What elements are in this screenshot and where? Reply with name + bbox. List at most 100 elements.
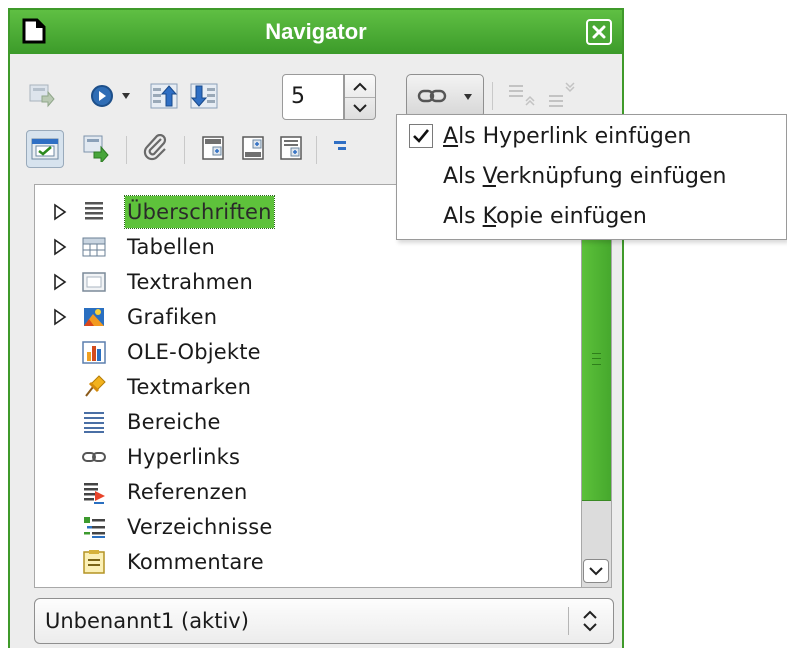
navigation-icon	[91, 85, 113, 107]
toggle-content-view-icon	[29, 84, 55, 108]
close-icon	[592, 25, 606, 39]
toggle-content-view-button[interactable]	[26, 80, 58, 112]
tree-item[interactable]: Textrahmen	[35, 265, 575, 299]
drag-mode-menu: Als Hyperlink einfügen Als Verknüpfung ei…	[396, 114, 787, 240]
toolbar-separator	[126, 136, 127, 164]
toolbar-separator	[492, 82, 493, 110]
content-tree[interactable]: Überschriften Tabellen Textrahmen Grafiken O…	[34, 184, 582, 588]
anchor-endnote-button[interactable]	[276, 132, 308, 164]
checkbox	[409, 124, 433, 148]
tree-item-label: Hyperlinks	[127, 445, 241, 469]
expand-triangle-icon[interactable]	[53, 238, 67, 256]
menu-item[interactable]: Als Verknüpfung einfügen	[397, 157, 786, 197]
title-bar[interactable]: Navigator	[10, 10, 622, 54]
menu-item-label: Als Kopie einfügen	[443, 204, 647, 229]
spin-down-button[interactable]	[345, 97, 375, 119]
menu-item-label: Als Verknüpfung einfügen	[443, 164, 727, 189]
chevron-down-icon	[589, 566, 603, 575]
chevron-down-icon	[353, 103, 367, 112]
combo-separator	[568, 607, 569, 635]
checkmark-icon	[413, 129, 430, 143]
tree-item[interactable]: Verzeichnisse	[35, 510, 575, 544]
spinner-buttons	[344, 74, 376, 120]
tree-scrollbar[interactable]	[582, 184, 612, 588]
tree-item[interactable]: OLE-Objekte	[35, 335, 575, 369]
tree-item-label: Tabellen	[127, 235, 215, 259]
heading-levels-button[interactable]	[328, 132, 352, 164]
tree-item[interactable]: Kommentare	[35, 545, 575, 579]
heading-level-field[interactable]: 5	[282, 74, 344, 120]
menu-item[interactable]: Als Kopie einfügen	[397, 197, 786, 237]
tree-item-label: Grafiken	[127, 305, 218, 329]
mnemonic-letter: K	[482, 204, 496, 229]
tree-item-label: Verzeichnisse	[127, 515, 273, 539]
expand-triangle-icon[interactable]	[53, 273, 67, 291]
previous-chapter-button[interactable]	[148, 80, 180, 112]
tree-item[interactable]: Hyperlinks	[35, 440, 575, 474]
window-title: Navigator	[265, 19, 367, 44]
reminder-button[interactable]	[140, 132, 172, 164]
references-icon	[84, 483, 105, 504]
tree-item-label: OLE-Objekte	[127, 340, 261, 364]
header-button[interactable]	[198, 132, 230, 164]
tree-item[interactable]: Grafiken	[35, 300, 575, 334]
heading-level-spinner[interactable]: 5	[282, 74, 386, 122]
navigation-dropdown-button[interactable]	[116, 80, 136, 112]
tree-item-label: Überschriften	[124, 195, 275, 229]
menu-item[interactable]: Als Hyperlink einfügen	[397, 117, 786, 157]
tree-item-label: Referenzen	[127, 480, 248, 504]
up-down-arrows-icon	[583, 610, 597, 632]
footer-icon	[242, 136, 264, 160]
scroll-down-button[interactable]	[583, 559, 609, 583]
document-select[interactable]: Unbenannt1 (aktiv)	[34, 598, 614, 644]
list-box-toggle-button[interactable]	[26, 130, 64, 168]
demote-level-icon	[549, 82, 575, 107]
next-chapter-icon	[190, 83, 218, 109]
anchor-endnote-icon	[280, 136, 302, 160]
tree-item-label: Bereiche	[127, 410, 221, 434]
graphics-icon	[84, 308, 104, 326]
sections-icon	[84, 412, 104, 433]
drag-mode-button[interactable]	[406, 74, 484, 118]
menu-item-label: Als Hyperlink einfügen	[443, 124, 692, 149]
document-select-value: Unbenannt1 (aktiv)	[45, 609, 249, 633]
navigation-button[interactable]	[86, 80, 118, 112]
comments-icon	[83, 550, 105, 574]
mnemonic-letter: V	[482, 164, 496, 189]
master-document-button[interactable]	[80, 132, 112, 164]
chevron-down-icon	[122, 93, 130, 99]
tree-item[interactable]: Textmarken	[35, 370, 575, 404]
tables-icon	[82, 237, 106, 257]
tree-item[interactable]: Referenzen	[35, 475, 575, 509]
indexes-icon	[84, 517, 105, 538]
demote-level-button[interactable]	[546, 78, 578, 110]
reminder-icon	[143, 134, 167, 161]
close-button[interactable]	[586, 19, 612, 45]
chevron-down-icon	[464, 94, 472, 100]
text-frames-icon	[82, 272, 106, 292]
spin-up-button[interactable]	[345, 75, 375, 98]
scroll-grip	[592, 353, 601, 365]
tree-item-label: Kommentare	[127, 550, 264, 574]
hyperlink-icon	[417, 89, 447, 103]
tree-item-label: Textmarken	[127, 375, 252, 399]
navigator-window: Navigator 5 Überschriften Tabellen Textr…	[8, 8, 624, 648]
expand-triangle-icon[interactable]	[53, 308, 67, 326]
header-icon	[202, 136, 224, 160]
master-document-icon	[83, 135, 109, 162]
previous-chapter-icon	[150, 83, 178, 109]
footer-button[interactable]	[238, 132, 270, 164]
headings-icon	[85, 202, 103, 220]
promote-level-button[interactable]	[506, 78, 538, 110]
toolbar-separator	[184, 136, 185, 164]
tree-item-label: Textrahmen	[127, 270, 253, 294]
next-chapter-button[interactable]	[188, 80, 220, 112]
hyperlinks-icon	[82, 452, 106, 462]
expand-triangle-icon[interactable]	[53, 203, 67, 221]
bookmarks-icon	[85, 375, 106, 397]
ole-objects-icon	[82, 341, 106, 364]
promote-level-icon	[509, 85, 535, 106]
list-box-on-off-icon	[31, 138, 59, 160]
tree-item[interactable]: Bereiche	[35, 405, 575, 439]
heading-levels-icon	[334, 141, 346, 150]
